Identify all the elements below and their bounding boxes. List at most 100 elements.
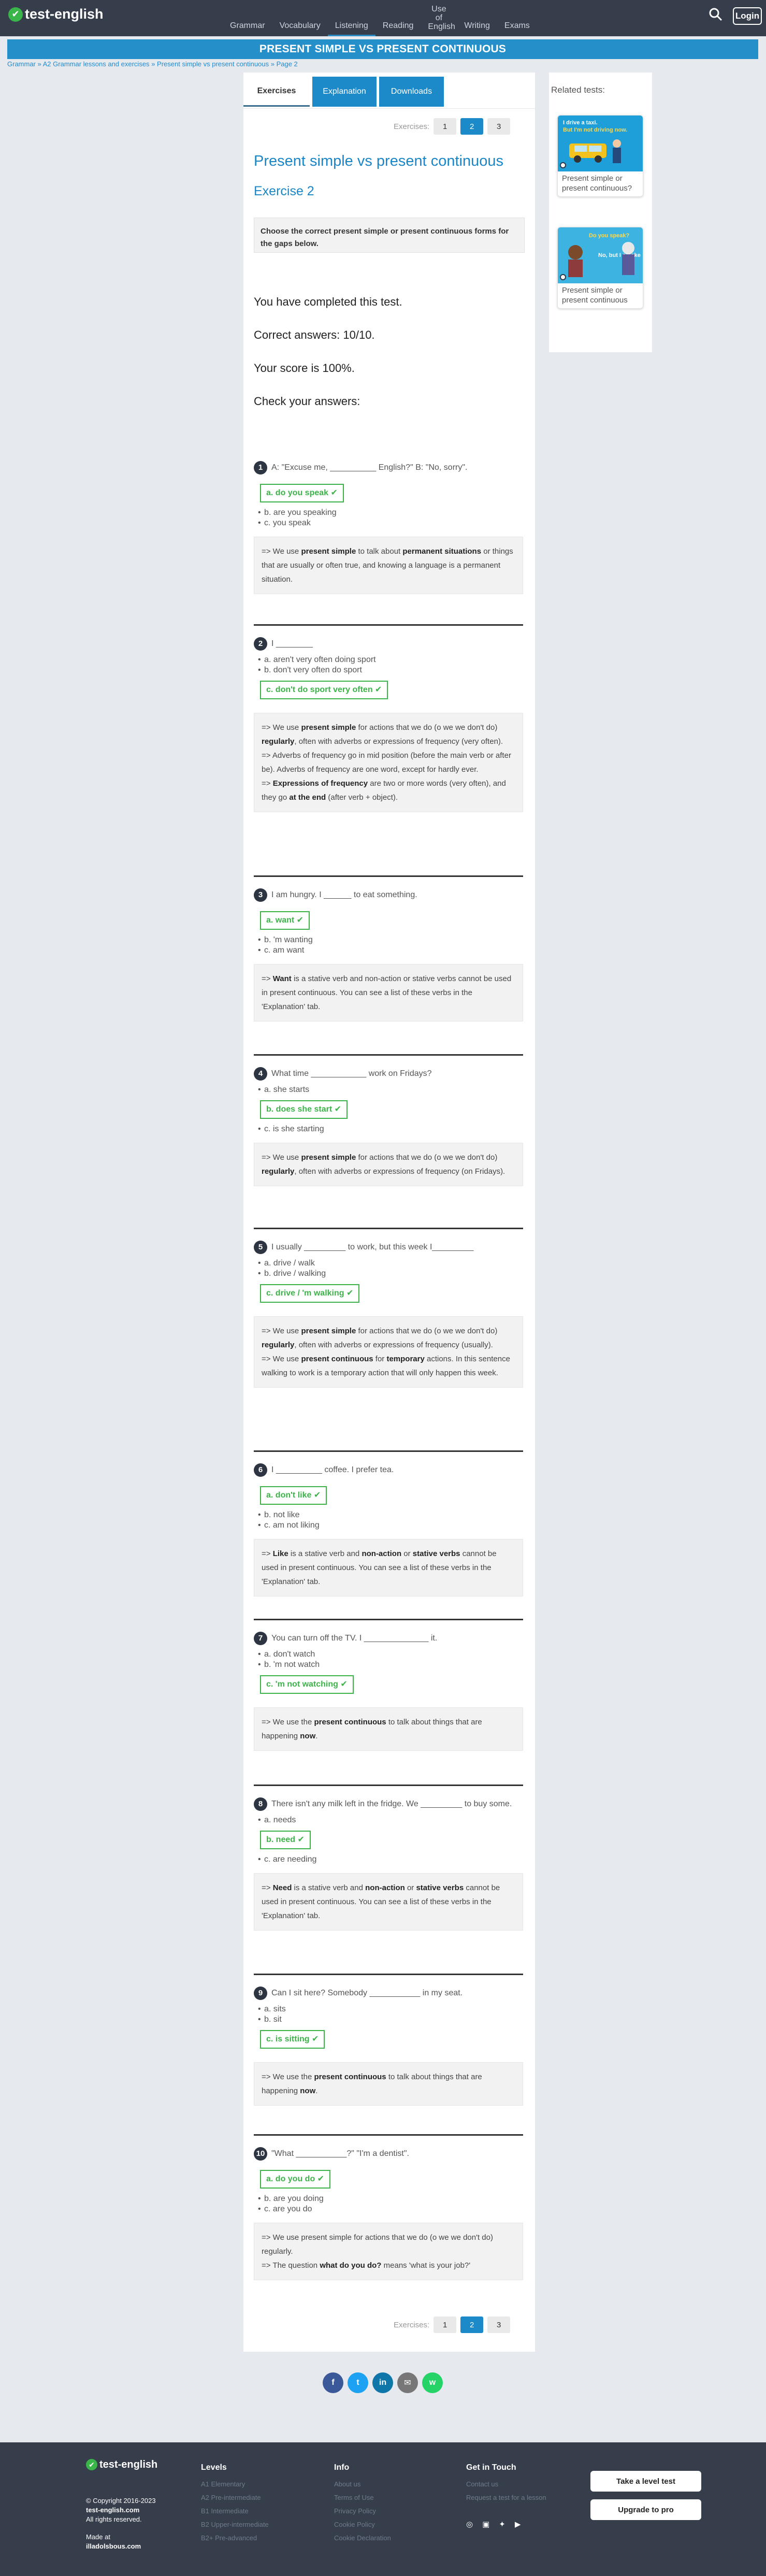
question-block: 2 I ________ a. aren't very often doing sp… [254,637,523,812]
breadcrumb-item[interactable]: Grammar [7,60,36,68]
footer-link[interactable]: B2 Upper-intermediate [201,2518,269,2531]
explanation-text: present continuous [314,2073,386,2081]
made-by[interactable]: illadolsbous.com [86,2542,157,2551]
footer-link[interactable]: Cookie Declaration [334,2531,391,2545]
upgrade-pro-button[interactable]: Upgrade to pro [590,2499,701,2520]
nav-exams[interactable]: Exams [497,21,537,36]
nav-vocabulary[interactable]: Vocabulary [272,21,328,36]
explanation-text: regularly [262,737,295,746]
page-button-2[interactable]: 2 [460,2316,484,2333]
search-icon[interactable] [709,7,723,22]
nav-use-of-english[interactable]: Use of English [421,5,457,36]
correct-answer: c. don't do sport very often ✔ [260,681,388,699]
explanation-text: => Adverbs of frequency go in mid positi… [262,751,511,774]
facebook-share-icon[interactable]: f [323,2372,343,2393]
footer-link[interactable]: B1 Intermediate [201,2505,269,2518]
tab-downloads[interactable]: Downloads [379,77,444,107]
question-number: 6 [254,1463,267,1477]
login-button[interactable]: Login [733,7,762,25]
twitter-icon[interactable]: ✦ [499,2518,505,2531]
footer-link[interactable]: About us [334,2478,391,2491]
youtube-icon[interactable]: ▶ [515,2518,521,2531]
question-divider [254,2134,523,2136]
explanation-text: => [262,779,273,788]
footer-link[interactable]: Cookie Policy [334,2518,391,2531]
explanation-text: to talk about [356,547,403,556]
footer-info-title: Info [334,2463,350,2472]
footer-link[interactable]: Privacy Policy [334,2505,391,2518]
top-navigation-bar: ✔ test-english Grammar Vocabulary Listen… [0,0,766,36]
result-completed: You have completed this test. [254,295,402,308]
footer-social: ◎ ▣ ✦ ▶ [466,2518,546,2531]
result-correct: Correct answers: 10/10. [254,328,375,341]
answer-options: a. aren't very often doing sportb. don't… [254,655,523,704]
explanation-text: for actions that we do (o we we don't do… [356,1327,498,1335]
question-header: 5 I usually _________ to work, but this w… [254,1241,523,1254]
tab-exercises[interactable]: Exercises [243,77,310,107]
question-block: 8 There isn't any milk left in the fridge… [254,1797,523,1931]
answer-option: a. don't watch [254,1649,523,1660]
page-button-2[interactable]: 2 [460,118,484,135]
check-icon: ✔ [8,7,23,22]
footer-logo[interactable]: ✔ test-english [86,2458,157,2471]
footer-contact: Get in Touch Contact us Request a test f… [466,2462,546,2531]
tab-explanation[interactable]: Explanation [312,77,377,107]
question-divider [254,1785,523,1786]
page-button-1[interactable]: 1 [433,118,457,135]
question-block: 3 I am hungry. I ______ to eat something.… [254,888,523,1021]
explanation-text: => The question [262,2261,320,2270]
level-test-button[interactable]: Take a level test [590,2471,701,2492]
footer-info: Info About us Terms of Use Privacy Polic… [334,2462,391,2545]
question-text: I __________ coffee. I prefer tea. [271,1465,394,1474]
footer-contact-title: Get in Touch [466,2463,516,2472]
answer-options: a. drive / walkb. drive / walking c. driv… [254,1258,523,1308]
page-button-3[interactable]: 3 [487,118,511,135]
footer-link[interactable]: Contact us [466,2478,546,2491]
explanation-text: at the end [289,793,326,802]
explanation-text: Want [272,974,292,983]
answer-explanation: => We use present simple for actions tha… [254,1316,523,1388]
question-text: There isn't any milk left in the fridge.… [271,1800,512,1808]
nav-writing[interactable]: Writing [457,21,497,36]
footer-link[interactable]: A2 Pre-intermediate [201,2491,269,2505]
explanation-text: present simple [301,1153,356,1162]
breadcrumb-item[interactable]: Present simple vs present continuous [157,60,269,68]
footer-link[interactable]: Request a test for a lesson [466,2491,546,2505]
answer-option: c. am not liking [254,1520,523,1531]
footer-link[interactable]: A1 Elementary [201,2478,269,2491]
correct-answer: a. do you do ✔ [260,2170,331,2189]
email-share-icon[interactable]: ✉ [397,2372,418,2393]
related-test-card[interactable]: Do you speak? No, but I smoke Present si… [557,227,643,309]
breadcrumb: Grammar » A2 Grammar lessons and exercis… [7,60,298,68]
explanation-text: temporary [386,1355,425,1363]
explanation-text: for actions that we do (o we we don't do… [356,1153,498,1162]
question-number: 10 [254,2147,267,2161]
answer-explanation: => We use the present continuous to talk… [254,1707,523,1751]
question-text: Can I sit here? Somebody ___________ in … [271,1989,463,1997]
explanation-text: => We use present simple for actions tha… [262,2233,493,2256]
twitter-share-icon[interactable]: t [348,2372,368,2393]
answer-option: c. are needing [254,1854,523,1865]
page-button-1[interactable]: 1 [433,2316,457,2333]
breadcrumb-item[interactable]: A2 Grammar lessons and exercises [43,60,150,68]
facebook-icon[interactable]: ▣ [482,2518,489,2531]
nav-listening[interactable]: Listening [327,21,375,36]
site-logo[interactable]: ✔ test-english [8,6,104,22]
page-button-3[interactable]: 3 [487,2316,511,2333]
nav-grammar[interactable]: Grammar [223,21,272,36]
linkedin-share-icon[interactable]: in [372,2372,393,2393]
question-text: "What ___________?" "I'm a dentist". [271,2149,409,2158]
question-divider [254,875,523,877]
correct-answer: a. don't like ✔ [260,1486,327,1505]
explanation-text: => [262,1883,273,1892]
footer-link[interactable]: Terms of Use [334,2491,391,2505]
related-test-card[interactable]: I drive a taxi. But I'm not driving now.… [557,115,643,197]
instagram-icon[interactable]: ◎ [466,2518,473,2531]
nav-reading[interactable]: Reading [375,21,421,36]
footer-link[interactable]: B2+ Pre-advanced [201,2531,269,2545]
question-text: What time ____________ work on Fridays? [271,1069,432,1078]
footer-site[interactable]: test-english.com [86,2506,157,2515]
pager-label: Exercises: [394,122,430,131]
answer-option: b. are you speaking [254,508,523,518]
whatsapp-share-icon[interactable]: w [422,2372,443,2393]
